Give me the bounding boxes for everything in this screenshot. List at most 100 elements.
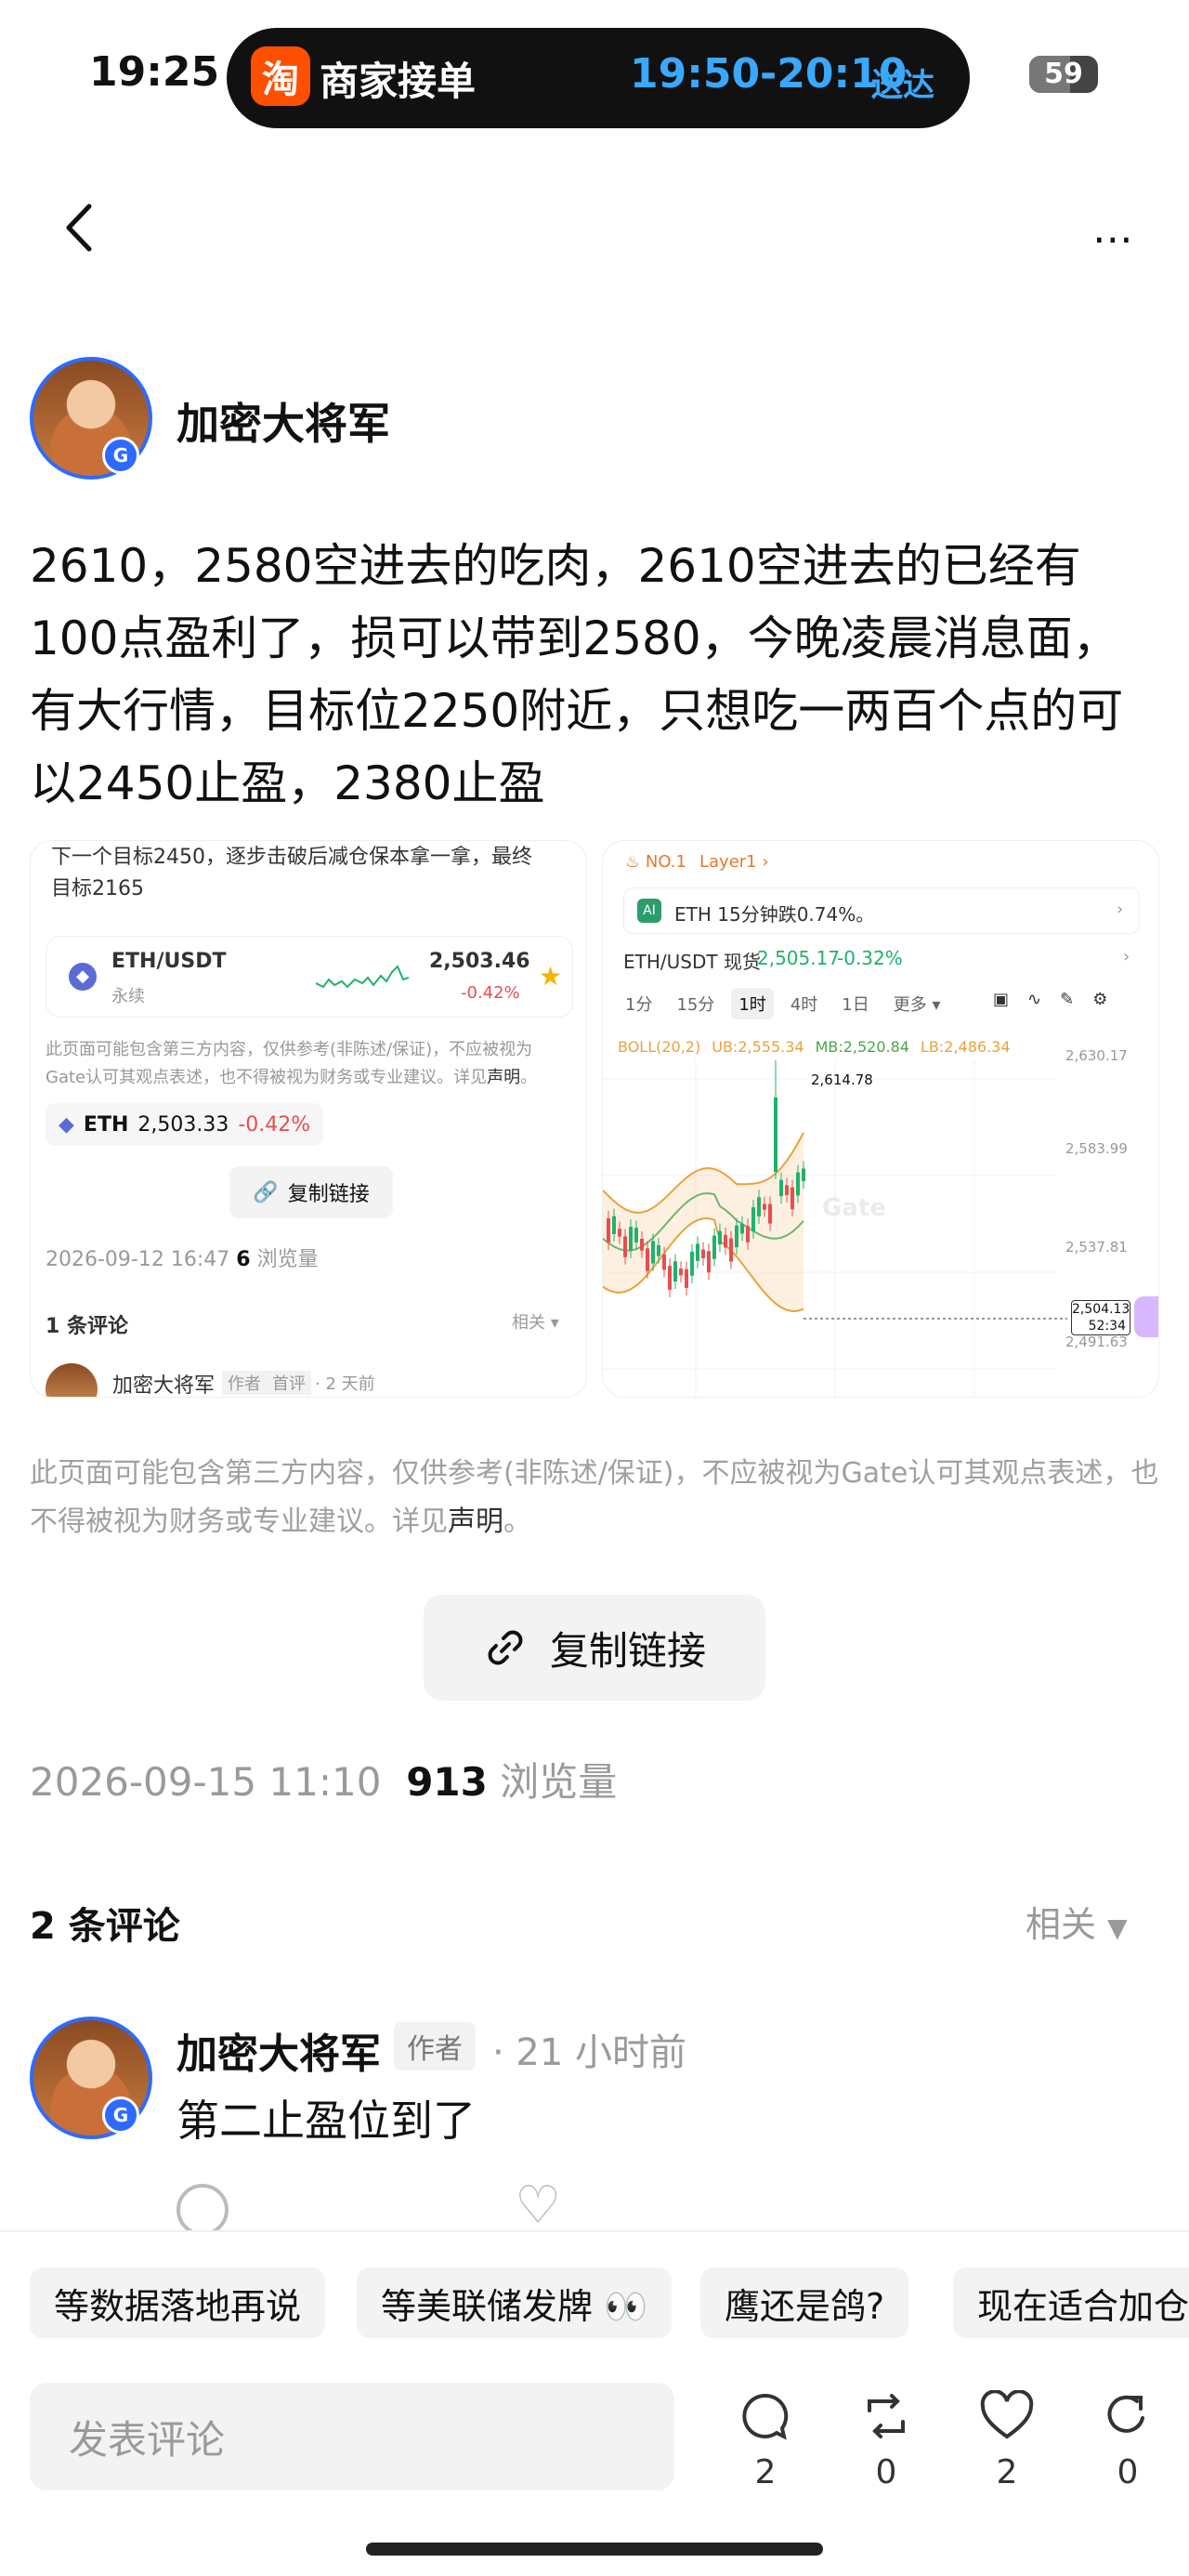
reply-icon[interactable] [176, 2184, 229, 2236]
chevron-right-icon: › [1117, 900, 1124, 919]
commenter-name[interactable]: 加密大将军 [176, 2020, 381, 2080]
shot-comment-time: · 2 天前 [315, 1374, 375, 1394]
candle-body [785, 1185, 789, 1195]
ticker-card[interactable]: ◆ ETH/USDT 永续 2,503.46 -0.42% ★ [46, 936, 573, 1018]
candle-body [640, 1239, 644, 1251]
post-views: 913 [406, 1759, 488, 1805]
eth-tag-change: -0.42% [238, 1112, 311, 1137]
home-indicator[interactable] [366, 2543, 823, 2556]
battery-icon: 59 [1029, 56, 1098, 93]
ai-summary-bar[interactable]: AI ETH 15分钟跌0.74%。 › [623, 887, 1140, 934]
battery-level: 59 [1044, 58, 1083, 90]
candle-body [668, 1266, 672, 1290]
candle-body [679, 1268, 683, 1276]
candle-body [690, 1251, 694, 1276]
candle-body [790, 1187, 794, 1210]
candle-body [802, 1168, 805, 1182]
share-action[interactable]: 0 [1091, 2390, 1165, 2491]
candle-body [740, 1224, 744, 1234]
interval-tab[interactable]: 15分 [669, 988, 722, 1019]
high-label: 2,614.78 [811, 1071, 873, 1088]
axis-label-2: 2,583.99 [1065, 1140, 1128, 1157]
shot-views: 6 [236, 1248, 251, 1271]
comment-input[interactable]: 发表评论 [30, 2383, 674, 2491]
interval-tab[interactable]: 4时 [783, 988, 825, 1019]
shot-text-1: 下一个目标2450，逐步击破后减仓保本拿一拿，最终 [51, 846, 532, 869]
taobao-app-icon: 淘 [251, 46, 310, 106]
gate-watermark: Gate [822, 1194, 886, 1222]
indicator-icon[interactable]: ∿ [1027, 990, 1041, 1009]
ticker-pair: ETH/USDT [111, 950, 227, 973]
interval-tab[interactable]: 1日 [834, 988, 876, 1019]
like-action[interactable]: 2 [970, 2389, 1044, 2491]
candle-body [662, 1254, 666, 1270]
layer-tag[interactable]: Layer1 › [699, 852, 769, 872]
interval-tab[interactable]: 1分 [618, 988, 660, 1019]
favorite-star-icon[interactable]: ★ [539, 961, 562, 992]
candle-body [607, 1218, 610, 1242]
post-image-2[interactable]: ♨ NO.1 Layer1 › AI ETH 15分钟跌0.74%。 › ETH… [602, 840, 1159, 1398]
axis-label-4: 2,491.63 [1065, 1334, 1128, 1350]
candle-body [618, 1229, 621, 1237]
candle-body [612, 1216, 616, 1234]
interval-tabs: 1分 15分 1时 4时 1日 更多 ▾ [618, 988, 947, 1019]
candle-body [651, 1241, 655, 1264]
candle-body [696, 1243, 699, 1261]
shot-sort[interactable]: 相关 ▾ [512, 1309, 559, 1334]
back-arrow-icon[interactable] [56, 195, 108, 260]
boll-lb: LB:2,486.34 [920, 1038, 1011, 1056]
candle-body [796, 1172, 800, 1196]
shot-tag-first: 首评 [267, 1371, 311, 1395]
disclaimer-link[interactable]: 声明 [448, 1505, 503, 1538]
candle-body [712, 1235, 716, 1259]
gate-badge-icon: G [102, 437, 139, 474]
quick-reply-2[interactable]: 等美联储发牌 👀 [357, 2267, 673, 2338]
spot-price: 2,505.17 [757, 947, 841, 969]
chart-settings-icon[interactable]: ⚙ [1092, 990, 1107, 1009]
boll-label: BOLL(20,2) [618, 1038, 701, 1056]
eth-icon-small: ◆ [59, 1112, 74, 1137]
eth-price-tag[interactable]: ◆ ETH 2,503.33 -0.42% [46, 1103, 324, 1146]
quick-reply-3[interactable]: 鹰还是鸽? [700, 2267, 909, 2338]
repost-action[interactable]: 0 [849, 2390, 923, 2491]
comment-sort-dropdown[interactable]: 相关 ▼ [1026, 1896, 1128, 1947]
post-disclaimer: 此页面可能包含第三方内容，仅供参考(非陈述/保证)，不应被视为Gate认可其观点… [30, 1457, 1159, 1538]
candle-body [623, 1236, 627, 1257]
more-options-icon[interactable]: ⋯ [1092, 216, 1137, 263]
post-views-label: 浏览量 [500, 1759, 618, 1805]
shot-disclaimer-link[interactable]: 声明 [487, 1068, 520, 1087]
likes-count: 2 [996, 2453, 1018, 2491]
draw-pen-icon[interactable]: ✎ [1060, 990, 1074, 1009]
comment-sort-label: 相关 [1026, 1904, 1097, 1945]
chart-type-icon[interactable]: ▣ [993, 990, 1009, 1009]
quick-reply-4[interactable]: 现在适合加仓 [953, 2267, 1189, 2338]
interval-tab[interactable]: 更多 ▾ [886, 988, 948, 1019]
comments-title: 2 条评论 [30, 1905, 180, 1948]
candle-body [629, 1227, 633, 1251]
live-activity-title: 商家接单 [320, 59, 477, 104]
post-image-1[interactable]: 下一个目标2450，逐步击破后减仓保本拿一拿，最终 目标2165 ◆ ETH/U… [30, 840, 587, 1398]
post-body: 2610，2580空进去的吃肉，2610空进去的已经有100点盈利了，损可以带到… [30, 539, 1124, 810]
quick-reply-1[interactable]: 等数据落地再说 [30, 2267, 326, 2338]
boll-mb: MB:2,520.84 [815, 1038, 909, 1056]
current-price-box: 2,504.13 52:34 [1071, 1300, 1130, 1335]
rank-badge: ♨ NO.1 [625, 852, 686, 872]
comment-like-icon[interactable]: ♡ [515, 2180, 561, 2232]
author-name[interactable]: 加密大将军 [176, 390, 390, 452]
candle-body [707, 1251, 711, 1273]
spot-pair: ETH/USDT 现货 [623, 951, 761, 973]
shot-tag-author: 作者 [222, 1371, 267, 1395]
side-drawer-handle[interactable] [1134, 1296, 1158, 1337]
shot-copy-link-button[interactable]: 🔗 复制链接 [229, 1166, 393, 1218]
interval-tab[interactable]: 1时 [731, 988, 774, 1019]
link-icon [488, 1630, 523, 1665]
copy-link-button[interactable]: 复制链接 [424, 1595, 765, 1701]
share-icon [1107, 2395, 1144, 2433]
post-date: 2026-09-15 11:10 [30, 1759, 382, 1805]
candle-body [768, 1203, 772, 1224]
candle-body [646, 1248, 649, 1271]
candle-body [685, 1268, 688, 1288]
ticker-sparkline [316, 965, 409, 989]
comments-action[interactable]: 2 [728, 2390, 803, 2491]
candle-body [657, 1245, 660, 1256]
